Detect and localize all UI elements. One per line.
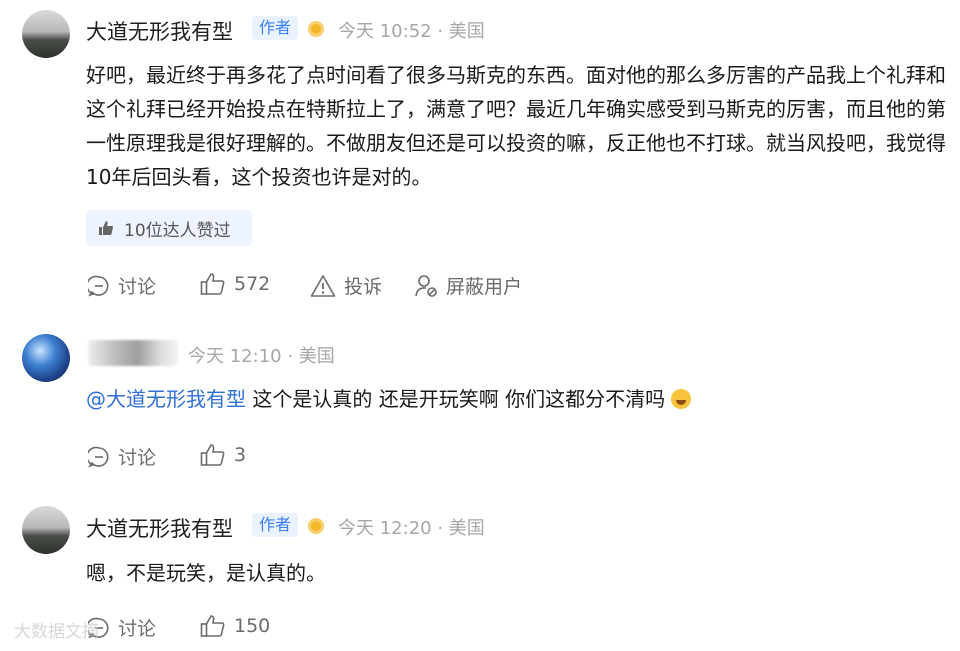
warning-icon xyxy=(310,274,336,297)
thumb-up-outline-icon xyxy=(200,444,225,466)
like-count: 3 xyxy=(234,444,247,466)
avatar[interactable] xyxy=(22,10,70,58)
author-badge: 作者 xyxy=(252,16,299,40)
thumb-up-icon xyxy=(99,221,113,235)
laughing-emoji-icon xyxy=(671,389,692,409)
avatar[interactable] xyxy=(22,506,70,554)
watermark: 大数据文摘 xyxy=(14,622,99,642)
liked-by-text: 10位达人赞过 xyxy=(124,221,231,241)
report-button[interactable]: 投诉 xyxy=(310,272,382,299)
author-name[interactable]: 大道无形我有型 xyxy=(86,513,233,543)
thumb-up-outline-icon xyxy=(200,615,225,637)
comment-text: @大道无形我有型 这个是认真的 还是开玩笑啊 你们这都分不清吗 xyxy=(86,382,946,416)
comment-text: 好吧，最近终于再多花了点时间看了很多马斯克的东西。面对他的那么多厉害的产品我上个… xyxy=(86,63,946,189)
mention-link[interactable]: @大道无形我有型 xyxy=(86,387,246,411)
like-button[interactable]: 150 xyxy=(200,614,270,638)
discuss-label: 讨论 xyxy=(118,276,157,298)
avatar[interactable] xyxy=(22,334,70,382)
comment-text: 嗯，不是玩笑，是认真的。 xyxy=(86,561,326,585)
comment-meta: 今天 10:52 · 美国 xyxy=(338,21,485,42)
liked-by-pill[interactable]: 10位达人赞过 xyxy=(86,210,252,246)
like-count: 572 xyxy=(234,273,271,295)
comment-meta: 今天 12:20 · 美国 xyxy=(338,518,485,539)
block-user-label: 屏蔽用户 xyxy=(446,276,523,298)
comment-meta: 今天 12:10 · 美国 xyxy=(188,346,335,367)
blurred-username xyxy=(88,340,178,366)
chat-bubble-icon xyxy=(88,275,109,296)
medal-icon xyxy=(308,518,324,534)
block-user-icon xyxy=(415,274,437,297)
author-badge: 作者 xyxy=(252,513,299,537)
block-user-button[interactable]: 屏蔽用户 xyxy=(414,272,522,299)
reply-text: 这个是认真的 还是开玩笑啊 你们这都分不清吗 xyxy=(246,387,666,411)
report-label: 投诉 xyxy=(344,276,383,298)
like-button[interactable]: 572 xyxy=(200,272,270,296)
thumb-up-outline-icon xyxy=(200,273,225,295)
discuss-label: 讨论 xyxy=(118,447,157,469)
chat-bubble-icon xyxy=(88,446,109,467)
like-count: 150 xyxy=(234,615,271,637)
author-name[interactable]: 大道无形我有型 xyxy=(86,16,233,46)
discuss-button[interactable]: 讨论 xyxy=(88,443,156,470)
medal-icon xyxy=(308,21,324,37)
discuss-label: 讨论 xyxy=(118,618,157,640)
discuss-button[interactable]: 讨论 xyxy=(88,272,156,299)
like-button[interactable]: 3 xyxy=(200,443,246,467)
